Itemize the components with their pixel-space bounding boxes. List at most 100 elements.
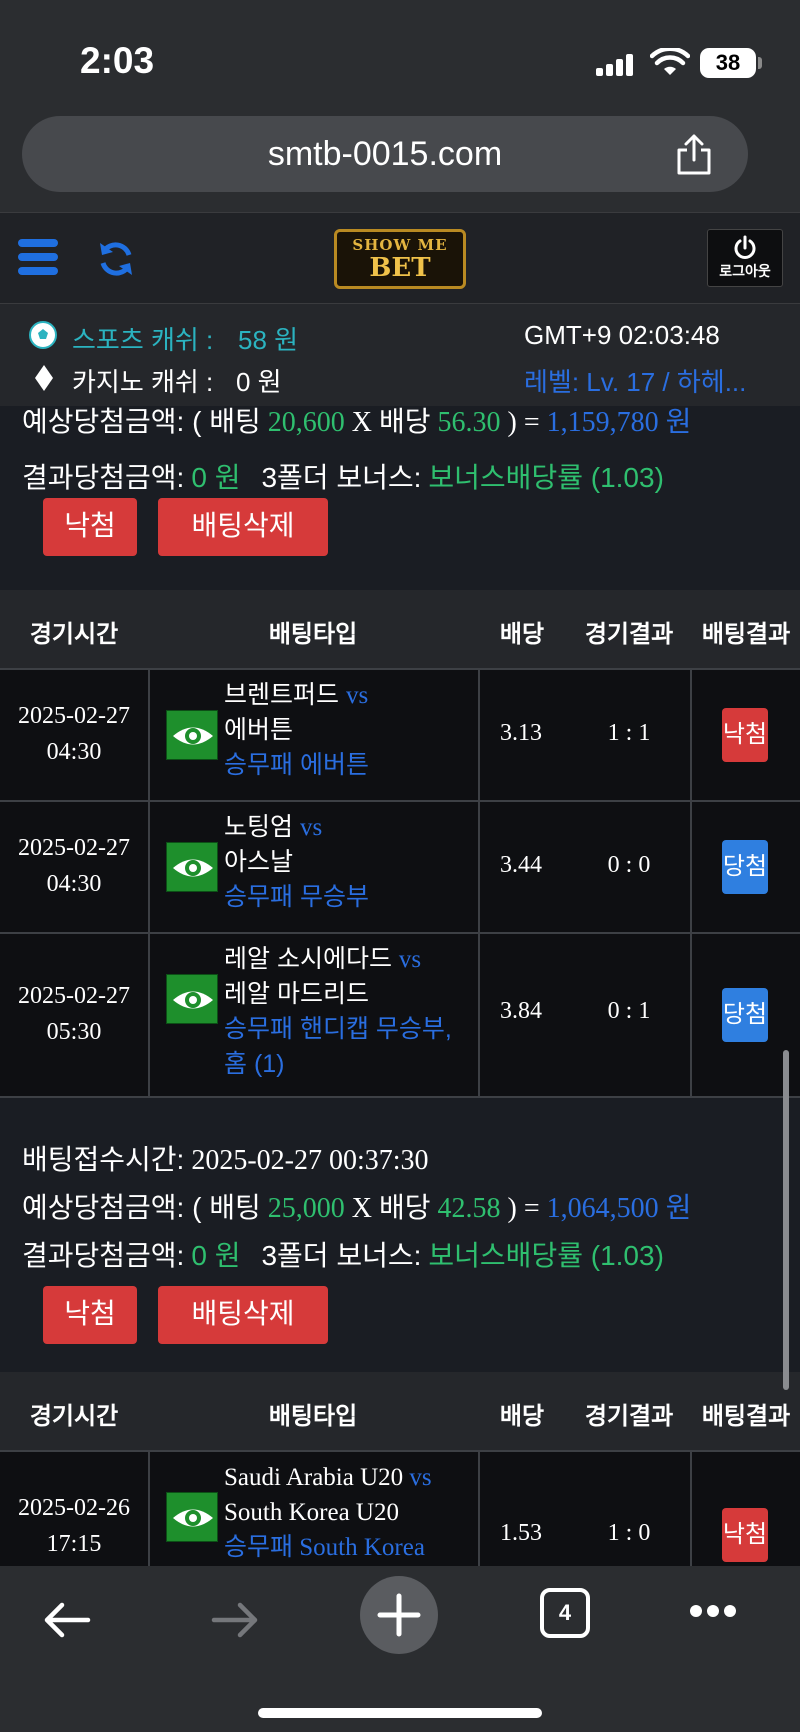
status-time: 2:03	[80, 40, 155, 81]
match-time: 05:30	[46, 1019, 102, 1045]
equals-label: ) =	[507, 1193, 540, 1224]
result-amount-label: 결과당첨금액:	[22, 1240, 185, 1271]
expected-payout: 1,064,500	[546, 1193, 659, 1224]
back-arrow-icon[interactable]	[40, 1592, 96, 1648]
match-time: 04:30	[46, 739, 102, 765]
table-row: 2025-02-27 04:30 노팅엄 vs 아스날 승무패 무승부 3.44 …	[0, 800, 800, 932]
match-info: 브렌트퍼드 vs 에버튼 승무패 에버튼	[224, 678, 472, 783]
col-bet-type: 배팅타입	[268, 621, 358, 648]
result-amount-line: 결과당첨금액: 0 원 3폴더 보너스: 보너스배당률 (1.03)	[22, 456, 664, 496]
x-odds-label: X 배당	[351, 1193, 431, 1224]
match-info: Saudi Arabia U20 vs South Korea U20 승무패 …	[224, 1460, 472, 1565]
view-eye-icon[interactable]	[166, 710, 218, 760]
tabs-button[interactable]: 4	[540, 1588, 590, 1638]
gmt-clock: GMT+9 02:03:48	[524, 320, 720, 350]
match-odds: 3.44	[500, 852, 542, 878]
address-bar[interactable]: smtb-0015.com	[22, 116, 748, 192]
hamburger-menu-icon[interactable]	[18, 239, 58, 279]
bet-table-header: 경기시간 배팅타입 배당 경기결과 배팅결과	[0, 590, 800, 668]
lose-status-button[interactable]: 낙첨	[43, 498, 137, 556]
bet-pick: 승무패 핸디캡 무승부,	[224, 1015, 452, 1043]
bet-history-content: 예상당첨금액: ( 배팅 20,600 X 배당 56.30 ) = 1,159…	[0, 406, 800, 1566]
col-time: 경기시간	[29, 1403, 119, 1430]
received-time-line: 배팅접수시간: 2025-02-27 00:37:30	[22, 1138, 429, 1178]
power-icon	[734, 235, 756, 259]
casino-cash-label: 카지노 캐쉬 :	[72, 367, 214, 397]
col-result: 경기결과	[584, 1403, 674, 1430]
wifi-icon	[650, 48, 690, 75]
bet-pick: 승무패 에버튼	[224, 751, 369, 779]
stake-amount: 20,600	[267, 407, 345, 438]
new-tab-button[interactable]	[360, 1576, 438, 1654]
casino-cash-value: 0 원	[236, 367, 282, 397]
received-time: 2025-02-27 00:37:30	[191, 1145, 429, 1176]
result-amount-line: 결과당첨금액: 0 원 3폴더 보너스: 보너스배당률 (1.03)	[22, 1234, 664, 1274]
away-team: 레알 마드리드	[224, 980, 369, 1008]
vs-label: vs	[345, 682, 369, 709]
home-team: 레알 소시에다드	[224, 945, 392, 973]
match-date: 2025-02-27	[18, 983, 130, 1009]
col-bet-type: 배팅타입	[268, 1403, 358, 1430]
logout-label: 로그아웃	[719, 263, 771, 279]
browser-toolbar: 4	[0, 1566, 800, 1732]
logo-top-text: SHOW ME	[352, 236, 448, 254]
logout-button[interactable]: 로그아웃	[707, 229, 783, 287]
share-icon[interactable]	[674, 132, 714, 176]
match-date: 2025-02-27	[18, 703, 130, 729]
view-eye-icon[interactable]	[166, 1492, 218, 1542]
page-scrollbar[interactable]	[783, 1050, 789, 1390]
currency-unit: 원	[665, 406, 692, 437]
match-score: 0 : 0	[607, 852, 651, 878]
user-level-link[interactable]: 레벨: Lv. 17 / 하헤...	[524, 362, 746, 399]
match-score: 0 : 1	[607, 998, 651, 1024]
received-time-label: 배팅접수시간:	[22, 1144, 185, 1175]
bet-pick-continued: 홈 (1)	[224, 1050, 285, 1078]
away-team: 에버튼	[224, 716, 294, 744]
vs-label: vs	[409, 1464, 432, 1491]
vs-label: vs	[299, 814, 323, 841]
match-time: 04:30	[46, 871, 102, 897]
home-indicator	[258, 1708, 542, 1718]
bonus-label: 3폴더 보너스:	[261, 462, 422, 493]
col-odds: 배당	[499, 1403, 545, 1430]
battery-icon	[758, 57, 762, 69]
match-info: 레알 소시에다드 vs 레알 마드리드 승무패 핸디캡 무승부, 홈 (1)	[224, 942, 472, 1082]
more-options-icon[interactable]	[690, 1604, 742, 1620]
home-team: Saudi Arabia U20	[224, 1464, 404, 1491]
site-logo[interactable]: SHOW ME BET	[334, 229, 466, 289]
vs-label: vs	[398, 946, 422, 973]
match-datetime: 2025-02-26 17:15	[0, 1490, 148, 1562]
match-date: 2025-02-27	[18, 835, 130, 861]
account-info-bar: 스포츠 캐쉬 : 58 원 카지노 캐쉬 : 0 원 GMT+9 02:03:4…	[0, 304, 800, 406]
bonus-rate: 보너스배당률 (1.03)	[428, 1240, 664, 1271]
stake-amount: 25,000	[267, 1193, 345, 1224]
delete-bet-button[interactable]: 배팅삭제	[158, 1286, 328, 1344]
table-row: 2025-02-27 04:30 브렌트퍼드 vs 에버튼 승무패 에버튼 3.1…	[0, 668, 800, 800]
total-odds: 42.58	[437, 1193, 501, 1224]
url-text[interactable]: smtb-0015.com	[22, 135, 748, 174]
result-amount: 0 원	[191, 1240, 241, 1271]
bet-result-badge: 낙첨	[722, 708, 768, 762]
match-score: 1 : 0	[607, 1520, 651, 1546]
bet-result-badge: 당첨	[722, 988, 768, 1042]
expected-label: 예상당첨금액: ( 배팅	[22, 1192, 261, 1223]
match-time: 17:15	[46, 1531, 102, 1557]
delete-bet-button[interactable]: 배팅삭제	[158, 498, 328, 556]
view-eye-icon[interactable]	[166, 974, 218, 1024]
view-eye-icon[interactable]	[166, 842, 218, 892]
match-odds: 3.84	[500, 998, 542, 1024]
bet-pick: 승무패 무승부	[224, 883, 369, 911]
match-datetime: 2025-02-27 04:30	[0, 830, 148, 902]
battery-level: 38	[700, 48, 756, 78]
forward-arrow-icon[interactable]	[206, 1592, 262, 1648]
sports-cash-value: 58 원	[238, 325, 299, 355]
bonus-label: 3폴더 보너스:	[261, 1240, 422, 1271]
match-score: 1 : 1	[607, 720, 651, 746]
bet-table-header: 경기시간 배팅타입 배당 경기결과 배팅결과	[0, 1372, 800, 1450]
lose-status-button[interactable]: 낙첨	[43, 1286, 137, 1344]
expected-payout: 1,159,780	[546, 407, 659, 438]
table-row: 2025-02-26 17:15 Saudi Arabia U20 vs Sout…	[0, 1450, 800, 1566]
refresh-icon[interactable]	[96, 239, 136, 279]
expected-payout-line: 예상당첨금액: ( 배팅 20,600 X 배당 56.30 ) = 1,159…	[22, 406, 691, 440]
col-result: 경기결과	[584, 621, 674, 648]
